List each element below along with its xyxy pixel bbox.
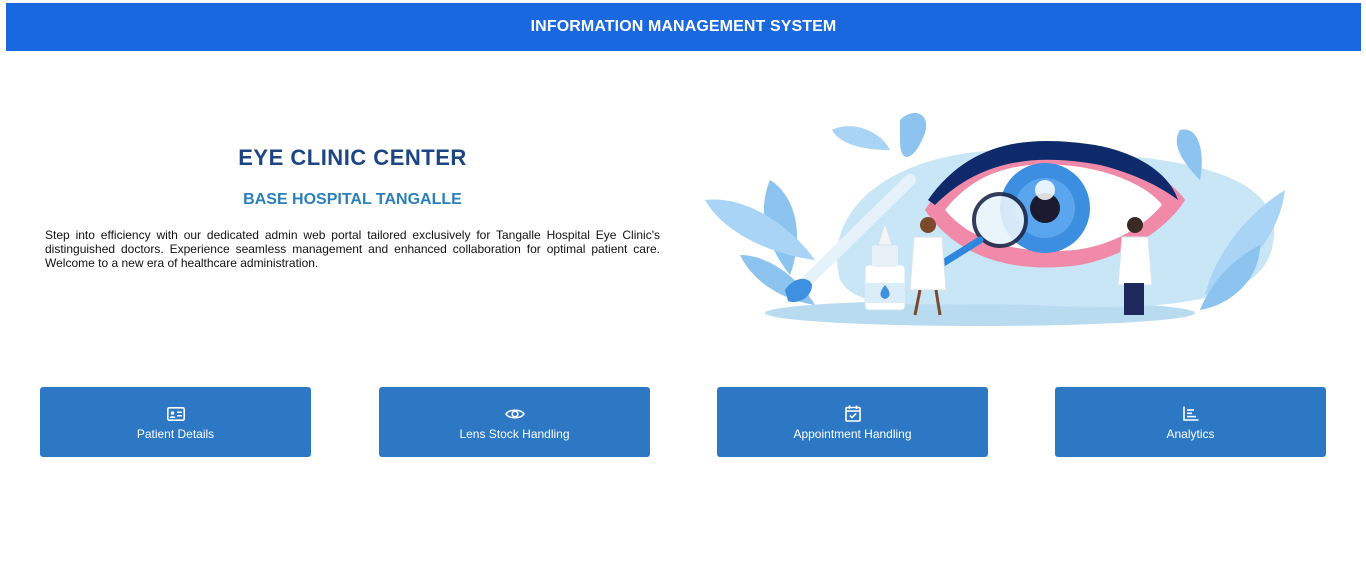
doctor-left-head xyxy=(920,217,936,233)
bar-chart-icon xyxy=(1181,404,1201,424)
eye-icon xyxy=(504,404,525,424)
eye-examination-illustration xyxy=(705,112,1285,326)
intro-description: Step into efficiency with our dedicated … xyxy=(45,228,660,270)
top-header-bar: INFORMATION MANAGEMENT SYSTEM xyxy=(6,3,1361,51)
bottle-neck xyxy=(872,245,898,267)
eye-highlight xyxy=(1035,180,1055,200)
analytics-button[interactable]: Analytics xyxy=(1055,387,1326,457)
droplet-top-2 xyxy=(900,112,927,157)
patient-details-button[interactable]: Patient Details xyxy=(40,387,311,457)
hospital-subtitle: BASE HOSPITAL TANGALLE xyxy=(243,191,462,208)
calendar-check-icon xyxy=(843,404,863,424)
doctor-right-legs xyxy=(1124,283,1144,315)
doctor-left-coat xyxy=(909,236,947,291)
doctor-right-head xyxy=(1127,217,1143,233)
analytics-label: Analytics xyxy=(1166,426,1215,441)
app-title: INFORMATION MANAGEMENT SYSTEM xyxy=(530,18,837,35)
intro-section: EYE CLINIC CENTER BASE HOSPITAL TANGALLE… xyxy=(45,145,660,270)
lens-stock-handling-button[interactable]: Lens Stock Handling xyxy=(379,387,650,457)
appointment-handling-label: Appointment Handling xyxy=(793,426,912,441)
appointment-handling-button[interactable]: Appointment Handling xyxy=(717,387,988,457)
droplet-top-1 xyxy=(832,126,890,150)
lens-stock-handling-label: Lens Stock Handling xyxy=(459,426,570,441)
splash-left-2 xyxy=(705,199,815,260)
id-card-icon xyxy=(166,404,186,424)
patient-details-label: Patient Details xyxy=(136,426,215,441)
clinic-title: EYE CLINIC CENTER xyxy=(238,145,467,170)
doctor-right-coat xyxy=(1117,236,1153,286)
